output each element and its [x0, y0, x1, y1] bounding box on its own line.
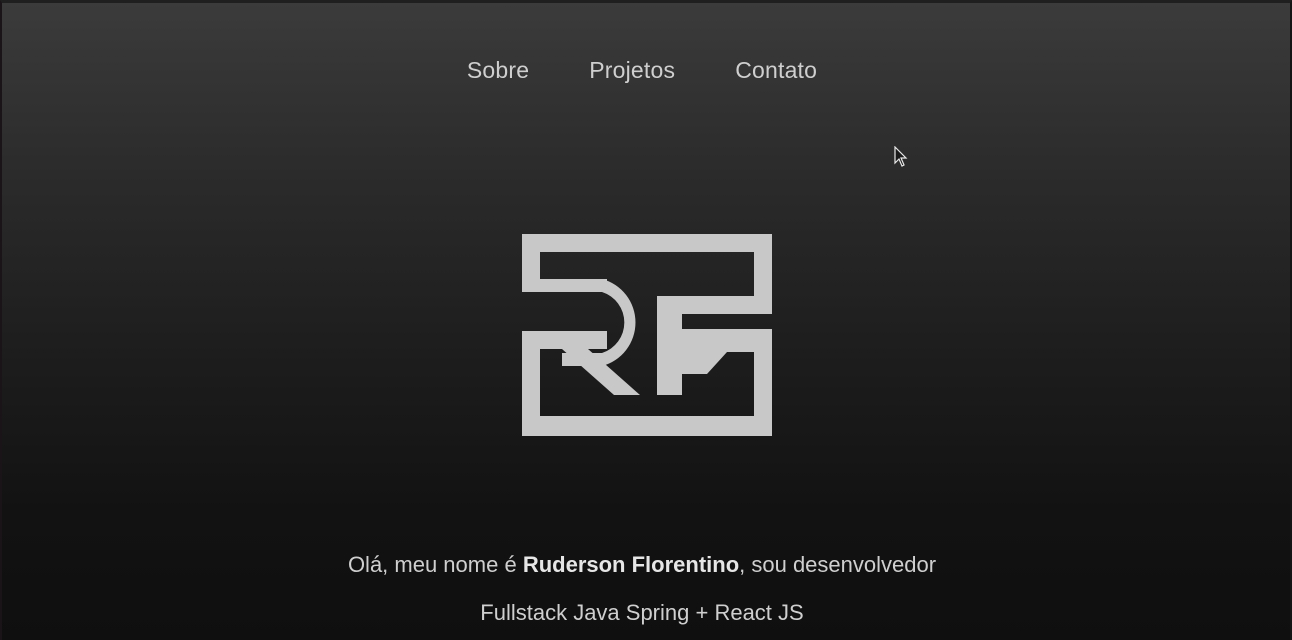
intro-subline: Fullstack Java Spring + React JS [480, 600, 804, 625]
nav-link-sobre[interactable]: Sobre [467, 57, 529, 84]
nav-link-contato[interactable]: Contato [735, 57, 817, 84]
nav-link-projetos[interactable]: Projetos [589, 57, 675, 84]
intro-prefix: Olá, meu nome é [347, 552, 523, 577]
author-name: Ruderson Florentino [522, 552, 740, 577]
main-nav: Sobre Projetos Contato [0, 57, 1286, 84]
portfolio-page: Sobre Projetos Contato Olá, meu nome é R… [0, 0, 1292, 640]
intro-line: Olá, meu nome é Ruderson Florentino, sou… [0, 552, 1286, 578]
rf-logo [522, 234, 772, 436]
mouse-cursor-icon [894, 146, 908, 167]
intro-suffix: , sou desenvolvedor [739, 552, 937, 577]
